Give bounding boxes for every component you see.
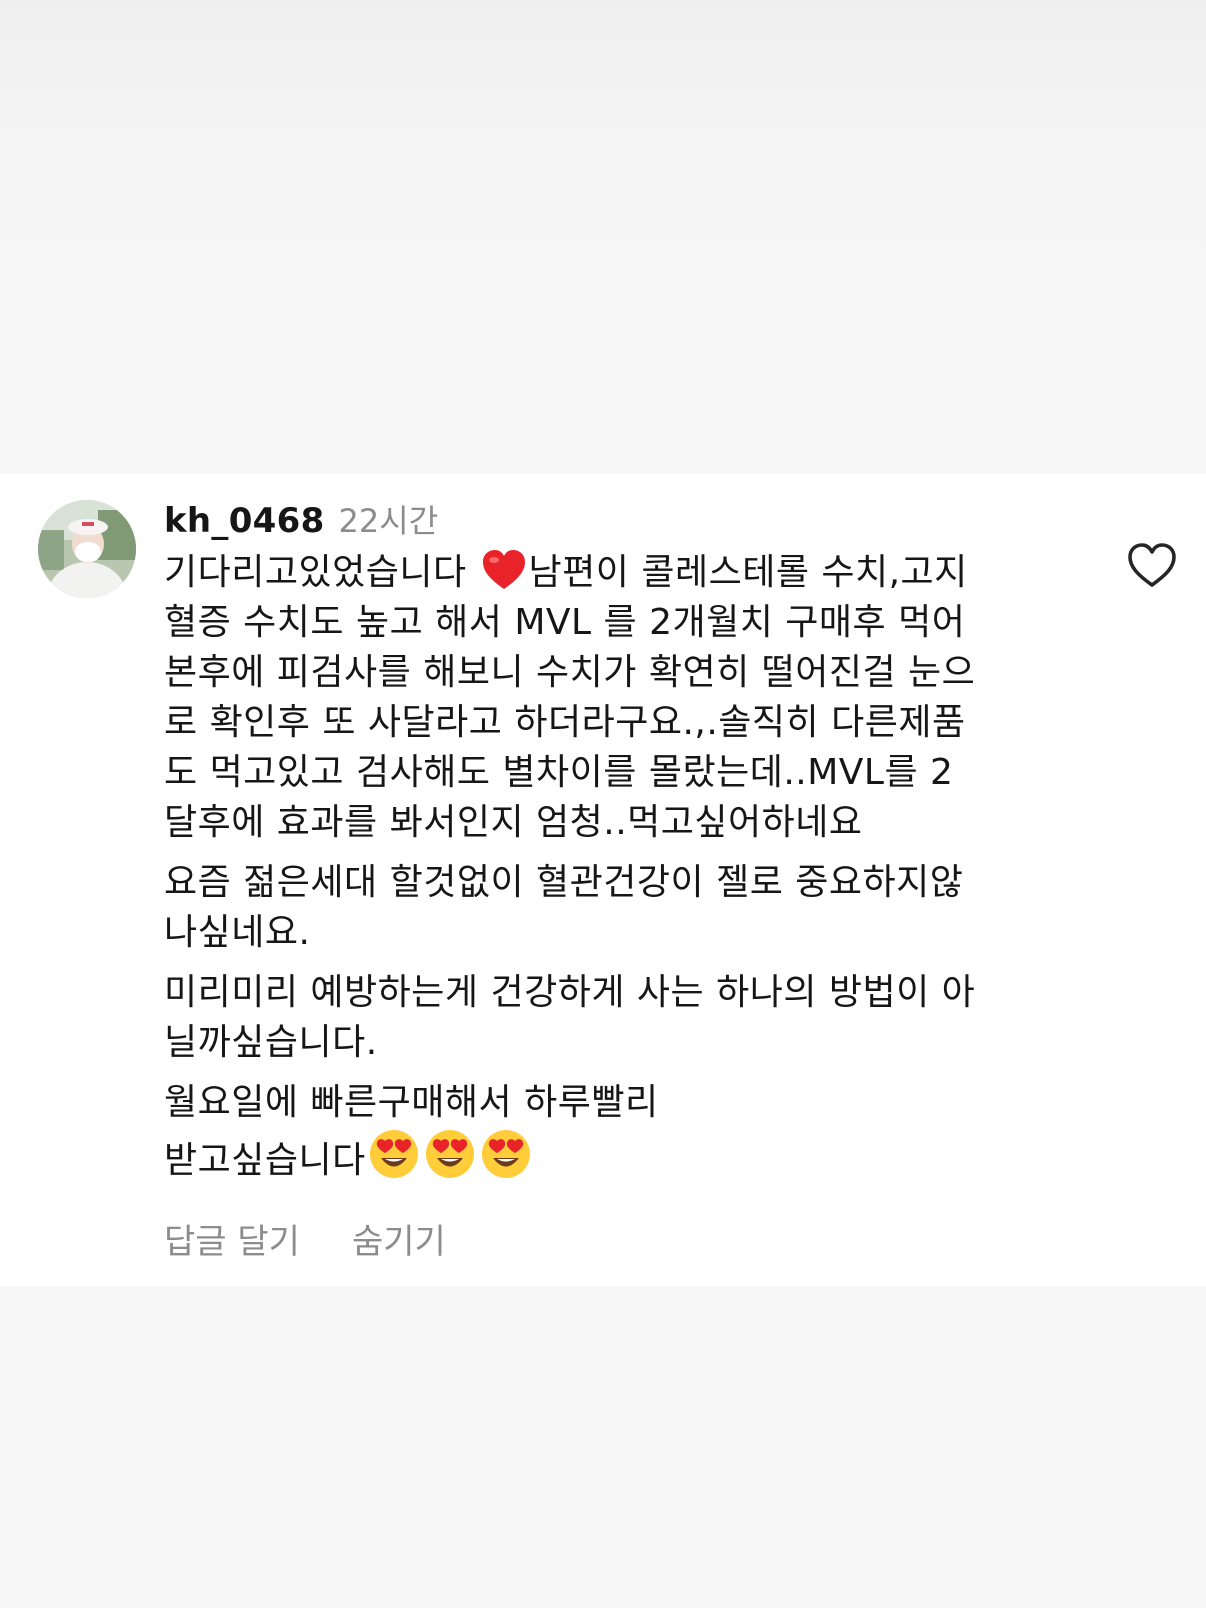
blank-top-area (0, 0, 1206, 474)
comment-paragraph: 기다리고있었습니다 남편이 콜레스테롤 수치,고지 혈증 수치도 높고 해서 M… (164, 548, 1064, 848)
comment-line: 본후에 피검사를 해보니 수치가 확연히 떨어진걸 눈으 (164, 652, 976, 693)
comment-line: 달후에 효과를 봐서인지 엄청..먹고싶어하네요 (164, 802, 863, 843)
timestamp: 22시간 (338, 502, 439, 540)
comment-line: 요즘 젊은세대 할것없이 혈관건강이 젤로 중요하지않 (164, 862, 964, 903)
blank-bottom-area (0, 1286, 1206, 1608)
comment-line: 로 확인후 또 사달라고 하더라구요.,.솔직히 다른제품 (164, 702, 966, 743)
comment-paragraph: 요즘 젊은세대 할것없이 혈관건강이 젤로 중요하지않 나싶네요. (164, 858, 1064, 958)
comment-card: kh_0468 22시간 기다리고있었습니다 남편이 콜레스테롤 수치,고지 혈… (0, 474, 1206, 1286)
username[interactable]: kh_0468 (164, 501, 325, 541)
heart-eyes-emoji (424, 1128, 476, 1180)
reply-button[interactable]: 답글 달기 (164, 1214, 300, 1263)
comment-paragraph: 월요일에 빠른구매해서 하루빨리 받고싶습니다 (164, 1078, 1064, 1186)
like-button[interactable] (1124, 538, 1180, 594)
heart-eyes-emoji (368, 1128, 420, 1180)
comment-header: kh_0468 22시간 (164, 496, 438, 542)
comment-line: 도 먹고있고 검사해도 별차이를 몰랐는데..MVL를 2 (164, 752, 954, 793)
comment-line: 월요일에 빠른구매해서 하루빨리 (164, 1082, 659, 1123)
comment-line: 닐까싶습니다. (164, 1022, 378, 1063)
comment-line: 미리미리 예방하는게 건강하게 사는 하나의 방법이 아 (164, 972, 976, 1013)
heart-outline-icon (1124, 543, 1180, 598)
comment-actions: 답글 달기 숨기기 (164, 1214, 446, 1263)
comment-line: 혈증 수치도 높고 해서 MVL 를 2개월치 구매후 먹어 (164, 602, 966, 643)
avatar[interactable] (38, 500, 136, 598)
comment-paragraph: 미리미리 예방하는게 건강하게 사는 하나의 방법이 아 닐까싶습니다. (164, 968, 1064, 1068)
heart-emoji (481, 548, 527, 592)
comment-text: 기다리고있었습니다 남편이 콜레스테롤 수치,고지 혈증 수치도 높고 해서 M… (164, 548, 1064, 1196)
heart-eyes-emoji (480, 1128, 532, 1180)
comment-line: 기다리고있었습니다 남편이 콜레스테롤 수치,고지 (164, 548, 1064, 598)
comment-line: 받고싶습니다 (164, 1128, 1064, 1186)
comment-line: 나싶네요. (164, 912, 311, 953)
hide-button[interactable]: 숨기기 (352, 1214, 446, 1263)
